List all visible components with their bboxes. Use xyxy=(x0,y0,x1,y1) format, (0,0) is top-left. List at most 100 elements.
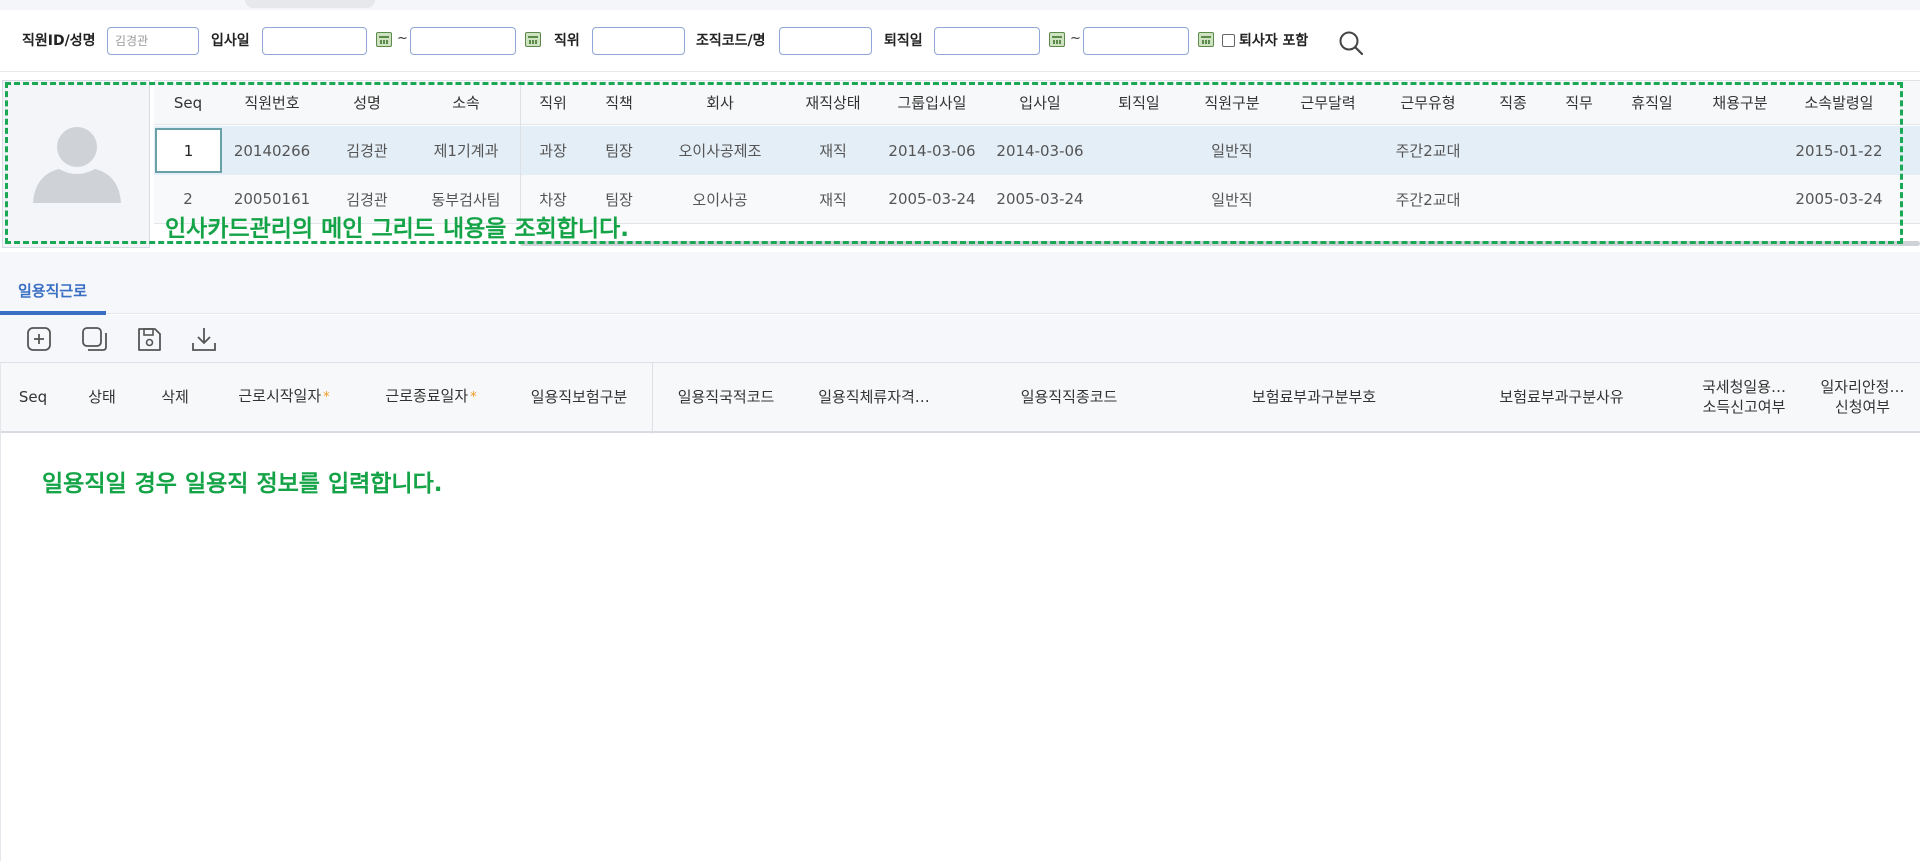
cell-retire-date[interactable] xyxy=(1094,126,1184,175)
hire-date-from-input[interactable] xyxy=(262,27,367,55)
cell-group-hire-date[interactable]: 2005-03-24 xyxy=(878,175,986,223)
tab-daily-worker[interactable]: 일용직근로 xyxy=(0,268,106,312)
cell-emp-type[interactable]: 일반직 xyxy=(1184,175,1280,223)
cell-name[interactable]: 김경관 xyxy=(322,126,412,175)
column-header-status[interactable]: 상태 xyxy=(65,363,139,431)
column-header-work-calendar[interactable]: 근무달력 xyxy=(1280,81,1376,124)
column-header-seq[interactable]: Seq xyxy=(1,363,65,431)
column-header-label: 상태 xyxy=(88,388,116,406)
column-header-dept[interactable]: 소속 xyxy=(412,81,520,124)
column-header-name[interactable]: 성명 xyxy=(322,81,412,124)
cell-hire-type[interactable] xyxy=(1692,126,1788,175)
column-header-delete[interactable]: 삭제 xyxy=(139,363,211,431)
cell-job-class[interactable] xyxy=(1480,126,1546,175)
column-header-insurance-type[interactable]: 일용직보험구분 xyxy=(505,363,653,431)
cell-hire-date[interactable]: 2014-03-06 xyxy=(986,126,1094,175)
cell-hire-date[interactable]: 2005-03-24 xyxy=(986,175,1094,223)
column-header-residence-status[interactable]: 일용직체류자격… xyxy=(799,363,949,431)
employee-input[interactable] xyxy=(107,27,199,55)
include-retired-checkbox[interactable] xyxy=(1222,34,1235,47)
column-header-label: 보험료부과구분부호 xyxy=(1251,388,1377,406)
column-header-seq[interactable]: Seq xyxy=(154,81,222,124)
column-header-premium-code[interactable]: 보험료부과구분부호 xyxy=(1189,363,1439,431)
download-icon[interactable] xyxy=(189,324,219,354)
cell-group-hire-date[interactable]: 2014-03-06 xyxy=(878,126,986,175)
cell-work-calendar[interactable] xyxy=(1280,126,1376,175)
column-header-job-code[interactable]: 일용직직종코드 xyxy=(949,363,1189,431)
retire-date-label: 퇴직일 xyxy=(884,33,923,49)
column-header-nts-report[interactable]: 국세청일용… 소득신고여부 xyxy=(1684,363,1804,431)
column-header-label: 소득신고여부 xyxy=(1702,398,1786,416)
employee-photo xyxy=(2,80,150,248)
cell-emp-no[interactable]: 20140266 xyxy=(222,126,322,175)
retire-date-from-input[interactable] xyxy=(934,27,1040,55)
cell-work-type[interactable]: 주간2교대 xyxy=(1376,175,1480,223)
cell-position[interactable]: 과장 xyxy=(520,126,586,175)
range-tilde: ~ xyxy=(397,31,408,46)
copy-icon[interactable] xyxy=(79,324,109,354)
annotation-main-grid: 인사카드관리의 메인 그리드 내용을 조회합니다. xyxy=(165,216,629,242)
column-header-label: 일자리안정… xyxy=(1820,378,1905,396)
cell-status[interactable]: 재직 xyxy=(788,175,878,223)
retire-date-to-input[interactable] xyxy=(1083,27,1189,55)
cell-job[interactable] xyxy=(1546,175,1612,223)
cell-status[interactable]: 재직 xyxy=(788,126,878,175)
column-header-work-type[interactable]: 근무유형 xyxy=(1376,81,1480,124)
search-bar: 직원ID/성명 입사일 ~ 직위 조직코드/명 퇴직일 ~ 퇴사자 포함 xyxy=(0,10,1920,72)
column-header-job[interactable]: 직무 xyxy=(1546,81,1612,124)
column-header-label: 일용직국적코드 xyxy=(677,388,775,406)
column-header-hire-type[interactable]: 채용구분 xyxy=(1692,81,1788,124)
cell-job[interactable] xyxy=(1546,126,1612,175)
column-header-position[interactable]: 직위 xyxy=(520,81,586,124)
cell-job-class[interactable] xyxy=(1480,175,1546,223)
cell-seq[interactable]: 1 xyxy=(155,128,222,173)
horizontal-scrollbar[interactable] xyxy=(520,241,1920,246)
column-header-label: 근로시작일자 * xyxy=(238,387,330,405)
calendar-icon[interactable] xyxy=(1049,32,1065,47)
column-header-work-end-date[interactable]: 근로종료일자 * xyxy=(357,363,505,431)
cell-leave-date[interactable] xyxy=(1612,175,1692,223)
cell-company[interactable]: 오이사공 xyxy=(652,175,788,223)
column-header-label: 신청여부 xyxy=(1834,398,1891,416)
column-header-duty[interactable]: 직책 xyxy=(586,81,652,124)
calendar-icon[interactable] xyxy=(376,32,392,47)
column-header-hire-date[interactable]: 입사일 xyxy=(986,81,1094,124)
column-header-dept-assign-date[interactable]: 소속발령일 xyxy=(1788,81,1890,124)
column-header-status[interactable]: 재직상태 xyxy=(788,81,878,124)
column-header-label: 국세청일용… xyxy=(1701,378,1786,396)
column-header-job-stability[interactable]: 일자리안정… 신청여부 xyxy=(1804,363,1920,431)
column-header-premium-reason[interactable]: 보험료부과구분사유 xyxy=(1439,363,1684,431)
save-icon[interactable] xyxy=(134,324,164,354)
table-row[interactable]: 1 20140266 김경관 제1기계과 과장 팀장 오이사공제조 재직 2014-03-06 2… xyxy=(154,126,1920,175)
org-input[interactable] xyxy=(779,27,872,55)
cell-dept-assign-date[interactable]: 2005-03-24 xyxy=(1788,175,1890,223)
position-label: 직위 xyxy=(554,33,580,49)
cell-work-calendar[interactable] xyxy=(1280,175,1376,223)
column-header-emp-type[interactable]: 직원구분 xyxy=(1184,81,1280,124)
cell-company[interactable]: 오이사공제조 xyxy=(652,126,788,175)
daily-worker-grid-header: Seq 상태 삭제 근로시작일자 * 근로종료일자 * 일용직보험구분 일용직국적코드 일용직체류… xyxy=(1,362,1920,434)
annotation-daily-worker: 일용직일 경우 일용직 정보를 입력합니다. xyxy=(42,471,443,497)
search-icon[interactable] xyxy=(1336,28,1366,58)
column-header-leave-date[interactable]: 휴직일 xyxy=(1612,81,1692,124)
cell-emp-type[interactable]: 일반직 xyxy=(1184,126,1280,175)
calendar-icon[interactable] xyxy=(1198,32,1214,47)
cell-dept[interactable]: 제1기계과 xyxy=(412,126,520,175)
cell-leave-date[interactable] xyxy=(1612,126,1692,175)
column-header-company[interactable]: 회사 xyxy=(652,81,788,124)
cell-duty[interactable]: 팀장 xyxy=(586,126,652,175)
column-header-work-start-date[interactable]: 근로시작일자 * xyxy=(211,363,357,431)
column-header-job-class[interactable]: 직종 xyxy=(1480,81,1546,124)
column-header-group-hire-date[interactable]: 그룹입사일 xyxy=(878,81,986,124)
cell-work-type[interactable]: 주간2교대 xyxy=(1376,126,1480,175)
column-header-nationality-code[interactable]: 일용직국적코드 xyxy=(653,363,799,431)
column-header-retire-date[interactable]: 퇴직일 xyxy=(1094,81,1184,124)
position-input[interactable] xyxy=(592,27,685,55)
cell-retire-date[interactable] xyxy=(1094,175,1184,223)
add-icon[interactable] xyxy=(24,324,54,354)
column-header-emp-no[interactable]: 직원번호 xyxy=(222,81,322,124)
cell-hire-type[interactable] xyxy=(1692,175,1788,223)
hire-date-to-input[interactable] xyxy=(410,27,516,55)
cell-dept-assign-date[interactable]: 2015-01-22 xyxy=(1788,126,1890,175)
calendar-icon[interactable] xyxy=(525,32,541,47)
